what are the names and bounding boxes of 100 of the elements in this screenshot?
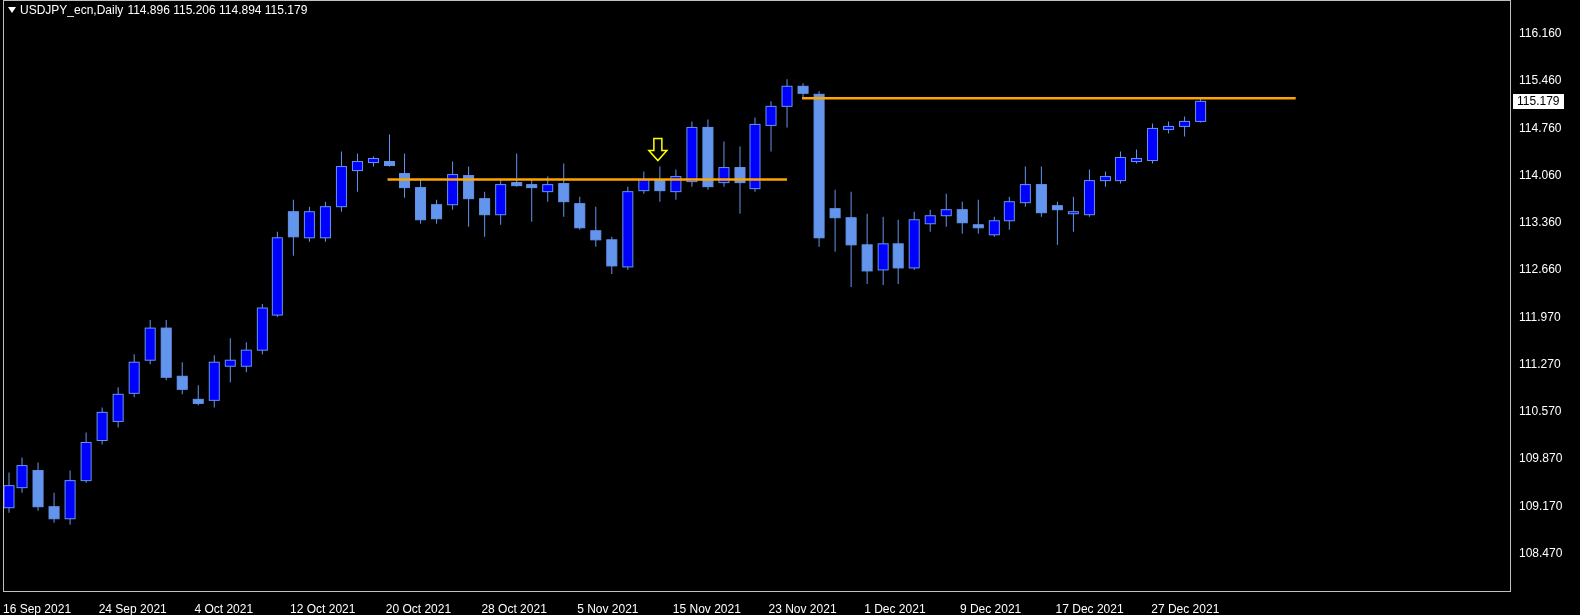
- candle: [1115, 151, 1126, 185]
- candle: [940, 193, 952, 228]
- candle: [384, 133, 395, 168]
- down-arrow-icon[interactable]: [647, 137, 669, 162]
- candle: [128, 353, 140, 398]
- candle: [1163, 120, 1175, 134]
- price-label: 114.760: [1518, 119, 1562, 136]
- candle: [1099, 171, 1111, 188]
- candle: [1131, 149, 1142, 165]
- candle: [351, 153, 363, 193]
- candle: [335, 151, 347, 213]
- candle: [638, 171, 650, 195]
- candle: [160, 319, 172, 381]
- price-label: 109.870: [1518, 450, 1563, 467]
- candle: [431, 199, 443, 225]
- candle: [829, 189, 841, 253]
- candle: [368, 156, 379, 168]
- candle: [558, 163, 570, 218]
- date-label: 17 Dec 2021: [1055, 602, 1124, 615]
- candle: [590, 206, 602, 248]
- date-label: 16 Sep 2021: [3, 602, 72, 615]
- candle: [1067, 196, 1079, 233]
- date-label: 23 Nov 2021: [768, 602, 837, 615]
- candle: [319, 201, 331, 243]
- candle: [240, 341, 252, 373]
- price-quote: 114.896 115.206 114.894 115.179: [127, 3, 308, 17]
- price-label: 114.060: [1518, 166, 1562, 183]
- candle: [765, 100, 777, 152]
- candle: [670, 169, 682, 201]
- candle: [1083, 169, 1095, 218]
- price-label: 116.160: [1518, 25, 1562, 41]
- candle: [861, 213, 873, 285]
- candle: [1147, 122, 1159, 165]
- date-label: 1 Dec 2021: [864, 602, 926, 615]
- candle: [988, 216, 1000, 238]
- candle: [4, 472, 15, 514]
- candle: [956, 201, 968, 235]
- candle: [32, 462, 44, 512]
- candle: [1195, 97, 1207, 123]
- candle: [734, 146, 746, 215]
- date-label: 24 Sep 2021: [98, 602, 167, 615]
- date-label: 20 Oct 2021: [385, 602, 452, 615]
- candle: [908, 211, 920, 271]
- candle: [463, 166, 475, 228]
- chart-area[interactable]: USDJPY_ecn,Daily 114.896 115.206 114.894 115.179: [3, 0, 1511, 592]
- price-label: 113.360: [1518, 214, 1562, 230]
- candle: [718, 141, 730, 188]
- date-label: 5 Nov 2021: [577, 602, 639, 615]
- dropdown-triangle-icon[interactable]: [8, 7, 16, 13]
- candle: [80, 431, 92, 484]
- candle: [479, 191, 491, 238]
- candle: [192, 384, 204, 406]
- candle: [1019, 166, 1031, 208]
- candle: [208, 354, 220, 408]
- date-label: 15 Nov 2021: [672, 602, 741, 615]
- date-label: 27 Dec 2021: [1151, 602, 1220, 615]
- candle: [924, 209, 936, 233]
- candle: [64, 470, 76, 526]
- candle: [176, 361, 188, 395]
- candle: [144, 319, 156, 365]
- candle: [303, 206, 315, 243]
- candle: [1179, 115, 1191, 137]
- candle: [447, 161, 459, 211]
- candle: [892, 219, 904, 285]
- candle: [542, 176, 554, 203]
- candle: [1035, 166, 1047, 218]
- candle: [654, 166, 666, 203]
- candle: [686, 120, 698, 188]
- candle: [972, 199, 984, 235]
- candle: [495, 179, 507, 226]
- price-label: 110.570: [1518, 403, 1562, 419]
- date-label: 12 Oct 2021: [290, 602, 356, 615]
- current-price-label: 115.179: [1513, 94, 1564, 109]
- candle: [1051, 201, 1063, 246]
- price-label: 109.170: [1518, 497, 1563, 514]
- candle: [112, 386, 124, 428]
- price-label: 115.460: [1518, 72, 1562, 89]
- date-label: 28 Oct 2021: [481, 602, 547, 615]
- horizontal-line[interactable]: [802, 97, 1296, 100]
- price-label: 112.660: [1518, 261, 1562, 278]
- candle: [606, 236, 618, 275]
- candle: [16, 457, 28, 494]
- candle: [415, 179, 427, 225]
- candle: [287, 199, 299, 257]
- candle: [399, 153, 411, 199]
- candle: [574, 196, 586, 231]
- candle: [797, 82, 809, 98]
- price-label: 108.470: [1518, 544, 1563, 561]
- candle: [511, 153, 523, 188]
- candle: [1003, 196, 1015, 231]
- candle: [877, 216, 889, 286]
- candle: [224, 337, 236, 383]
- date-label: 4 Oct 2021: [194, 602, 254, 615]
- candle: [48, 492, 60, 524]
- candle: [256, 303, 268, 355]
- candle: [781, 78, 793, 128]
- candle: [96, 406, 108, 445]
- chart-symbol: USDJPY_ecn,Daily: [20, 3, 124, 17]
- date-label: 9 Dec 2021: [959, 602, 1022, 615]
- candle: [526, 179, 538, 223]
